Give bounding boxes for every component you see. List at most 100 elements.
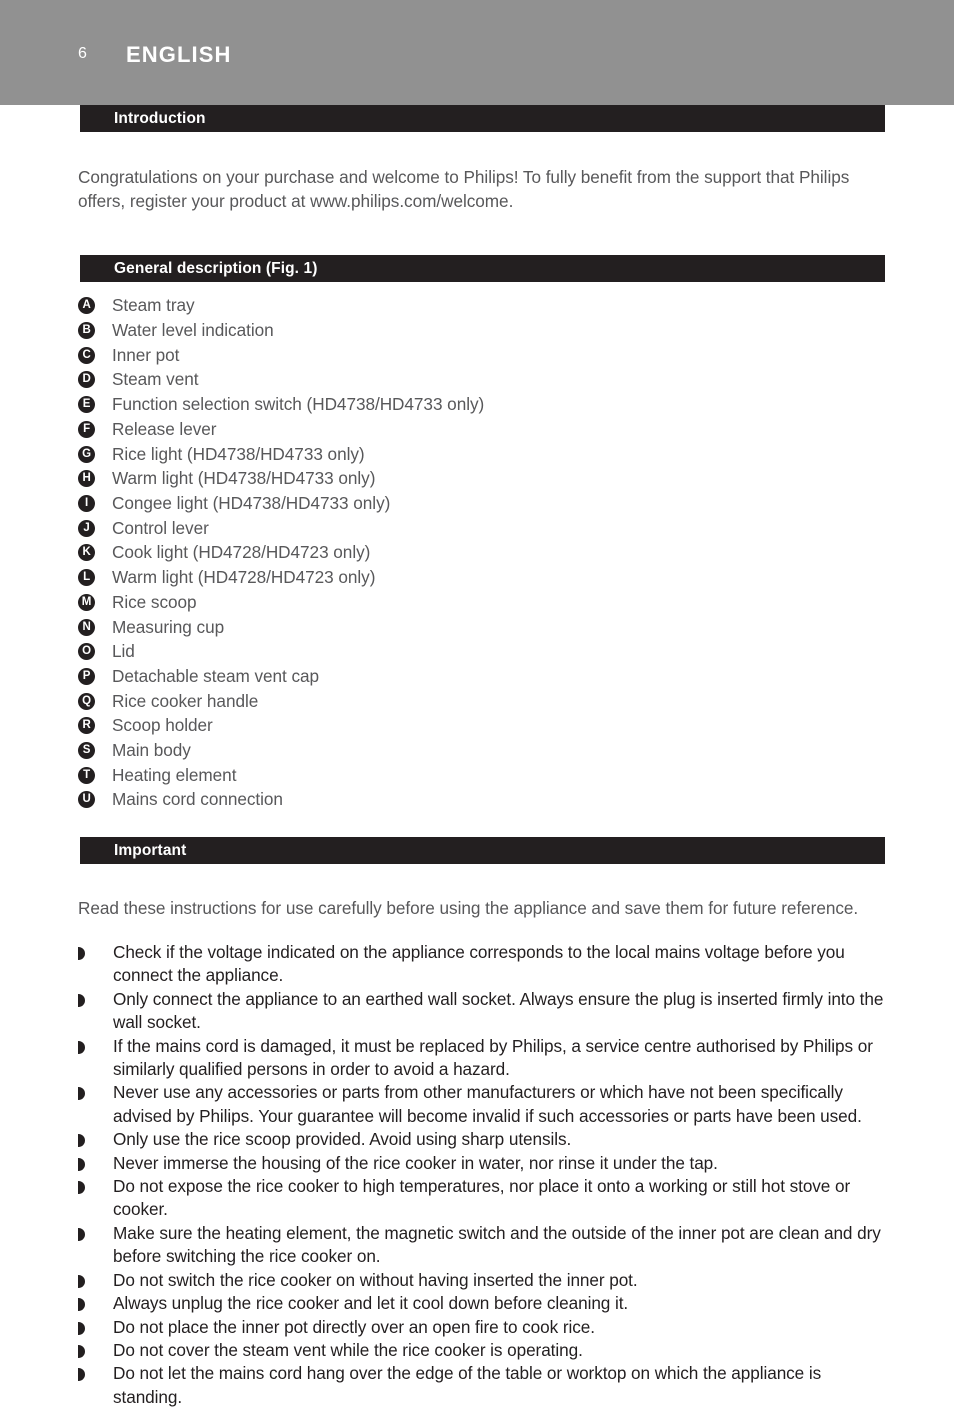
general-description-item-label: Rice cooker handle [112, 690, 259, 711]
letter-badge-icon: B [78, 322, 95, 340]
important-bullet-text: Do not let the mains cord hang over the … [113, 1363, 822, 1407]
section-title-important: Important [114, 841, 187, 859]
page-header-band: 6 ENGLISH [0, 0, 954, 105]
general-description-item: T Heating element [78, 764, 954, 789]
general-description-item: Q Rice cooker handle [78, 690, 954, 715]
important-bullet-item: Never immerse the housing of the rice co… [78, 1152, 888, 1175]
important-bullet-text: Do not place the inner pot directly over… [113, 1316, 595, 1337]
general-description-item-label: Inner pot [112, 344, 180, 365]
section-header-introduction: Introduction [80, 105, 885, 132]
important-bullet-text: Do not switch the rice cooker on without… [113, 1269, 638, 1290]
letter-badge-icon: D [78, 371, 95, 389]
general-description-item: E Function selection switch (HD4738/HD473… [78, 393, 954, 418]
important-bullet-item: Only use the rice scoop provided. Avoid … [78, 1128, 888, 1151]
important-bullet-text: Only connect the appliance to an earthed… [113, 988, 884, 1033]
important-bullet-item: Do not place the inner pot directly over… [78, 1316, 888, 1339]
half-disc-bullet-icon [78, 993, 85, 1007]
letter-badge-icon: K [78, 544, 95, 562]
general-description-item-label: Function selection switch (HD4738/HD4733… [112, 394, 485, 415]
general-description-item: U Mains cord connection [78, 788, 954, 813]
half-disc-bullet-icon [78, 1040, 85, 1054]
letter-badge-icon: H [78, 470, 95, 488]
general-description-item: M Rice scoop [78, 591, 954, 616]
important-bullet-text: If the mains cord is damaged, it must be… [113, 1035, 873, 1080]
important-bullet-item: Only connect the appliance to an earthed… [78, 988, 888, 1035]
general-description-item-label: Measuring cup [112, 616, 225, 637]
general-description-item-label: Heating element [112, 764, 237, 785]
half-disc-bullet-icon [78, 947, 85, 961]
half-disc-bullet-icon [78, 1344, 85, 1358]
letter-badge-icon: A [78, 297, 95, 315]
general-description-item-label: Warm light (HD4738/HD4733 only) [112, 468, 376, 489]
general-description-item: G Rice light (HD4738/HD4733 only) [78, 443, 954, 468]
important-bullet-text: Check if the voltage indicated on the ap… [113, 942, 845, 986]
letter-badge-icon: F [78, 420, 95, 438]
general-description-item-label: Steam tray [112, 295, 195, 316]
general-description-item: O Lid [78, 640, 954, 665]
important-bullet-item: Make sure the heating element, the magne… [78, 1222, 888, 1269]
important-bullet-item: Do not cover the steam vent while the ri… [78, 1339, 888, 1362]
letter-badge-icon: E [78, 396, 95, 414]
half-disc-bullet-icon [78, 1087, 85, 1101]
important-bullet-item: If the mains cord is damaged, it must be… [78, 1035, 888, 1082]
letter-badge-icon: P [78, 667, 95, 685]
important-bullet-text: Never immerse the housing of the rice co… [113, 1152, 718, 1173]
introduction-paragraph: Congratulations on your purchase and wel… [78, 167, 850, 211]
general-description-item: B Water level indication [78, 319, 954, 344]
general-description-item: F Release lever [78, 418, 954, 443]
general-description-item-label: Rice scoop [112, 591, 197, 612]
letter-badge-icon: R [78, 717, 95, 735]
letter-badge-icon: C [78, 346, 95, 364]
general-description-item-label: Cook light (HD4728/HD4723 only) [112, 542, 371, 563]
letter-badge-icon: M [78, 593, 95, 611]
general-description-item-label: Detachable steam vent cap [112, 665, 320, 686]
general-description-item: I Congee light (HD4738/HD4733 only) [78, 492, 954, 517]
letter-badge-icon: U [78, 791, 95, 809]
general-description-item: J Control lever [78, 517, 954, 542]
general-description-item: D Steam vent [78, 368, 954, 393]
half-disc-bullet-icon [78, 1227, 85, 1241]
general-description-item: R Scoop holder [78, 714, 954, 739]
section-header-important: Important [80, 837, 885, 865]
important-bullet-text: Do not cover the steam vent while the ri… [113, 1339, 583, 1360]
general-description-item-label: Steam vent [112, 369, 199, 390]
important-bullet-text: Do not expose the rice cooker to high te… [113, 1176, 851, 1220]
general-description-item-label: Congee light (HD4738/HD4733 only) [112, 493, 391, 513]
general-description-item-label: Mains cord connection [112, 789, 283, 810]
important-bullet-item: Do not let the mains cord hang over the … [78, 1362, 888, 1409]
letter-badge-icon: T [78, 766, 95, 784]
letter-badge-icon: G [78, 445, 95, 463]
important-bullet-item: Do not switch the rice cooker on without… [78, 1269, 888, 1292]
important-bullet-item: Always unplug the rice cooker and let it… [78, 1292, 888, 1315]
letter-badge-icon: I [78, 495, 95, 512]
page-language-title: ENGLISH [126, 42, 232, 67]
section-title-introduction: Introduction [114, 109, 206, 127]
general-description-item-label: Control lever [112, 517, 209, 538]
general-description-item: N Measuring cup [78, 616, 954, 641]
letter-badge-icon: O [78, 643, 95, 661]
general-description-item-label: Warm light (HD4728/HD4723 only) [112, 567, 376, 588]
half-disc-bullet-icon [78, 1274, 85, 1288]
section-title-general-description: General description (Fig. 1) [114, 259, 318, 277]
section-header-general-description: General description (Fig. 1) [80, 255, 885, 283]
letter-badge-icon: N [78, 618, 95, 636]
page-number: 6 [78, 45, 88, 62]
general-description-item-label: Rice light (HD4738/HD4733 only) [112, 443, 365, 464]
important-bullet-item: Never use any accessories or parts from … [78, 1081, 888, 1128]
half-disc-bullet-icon [78, 1321, 85, 1335]
general-description-item: H Warm light (HD4738/HD4733 only) [78, 467, 954, 492]
general-description-item: C Inner pot [78, 344, 954, 369]
general-description-item: P Detachable steam vent cap [78, 665, 954, 690]
letter-badge-icon: S [78, 742, 95, 760]
general-description-item-label: Scoop holder [112, 715, 213, 736]
page-content: Introduction Congratulations on your pur… [0, 105, 954, 1409]
general-description-item: K Cook light (HD4728/HD4723 only) [78, 541, 954, 566]
letter-badge-icon: L [78, 569, 95, 587]
half-disc-bullet-icon [78, 1368, 85, 1382]
important-bullet-text: Make sure the heating element, the magne… [113, 1222, 881, 1267]
